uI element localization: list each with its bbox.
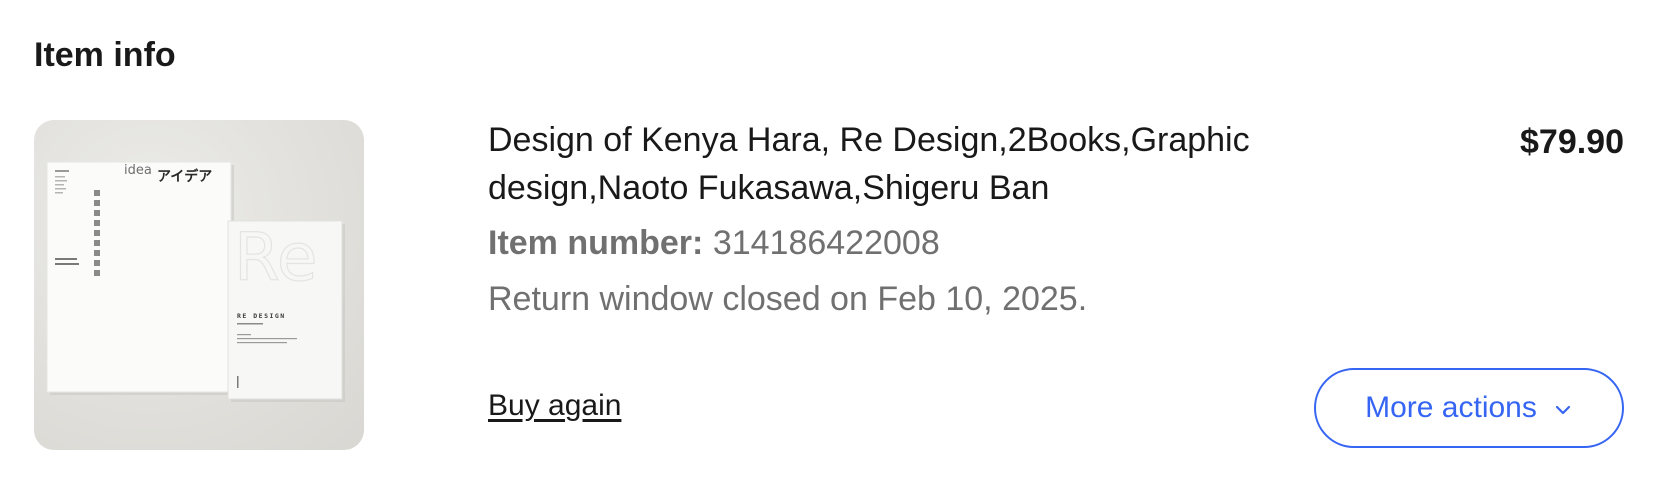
book-cover-image: idea アイデア Re RE DESIGN bbox=[46, 161, 345, 402]
book1-brand: idea bbox=[124, 163, 152, 178]
section-title: Item info bbox=[34, 36, 176, 74]
book1-brand-jp: アイデア bbox=[157, 168, 212, 185]
return-window-note: Return window closed on Feb 10, 2025. bbox=[488, 280, 1088, 318]
item-thumbnail[interactable]: idea アイデア Re RE DESIGN bbox=[34, 120, 364, 450]
book2-title: RE DESIGN bbox=[237, 312, 286, 320]
item-number-label: Item number: bbox=[488, 224, 704, 262]
item-details: Design of Kenya Hara, Re Design,2Books,G… bbox=[488, 116, 1288, 324]
svg-text:Re: Re bbox=[234, 219, 318, 296]
more-actions-button[interactable]: More actions bbox=[1314, 368, 1624, 448]
item-price: $79.90 bbox=[1520, 123, 1624, 161]
item-number-value: 314186422008 bbox=[712, 224, 940, 262]
item-number: Item number: 314186422008 bbox=[488, 218, 1288, 268]
chevron-down-icon bbox=[1553, 400, 1573, 420]
item-title[interactable]: Design of Kenya Hara, Re Design,2Books,G… bbox=[488, 116, 1288, 212]
more-actions-label: More actions bbox=[1365, 391, 1537, 424]
buy-again-link[interactable]: Buy again bbox=[488, 386, 621, 426]
